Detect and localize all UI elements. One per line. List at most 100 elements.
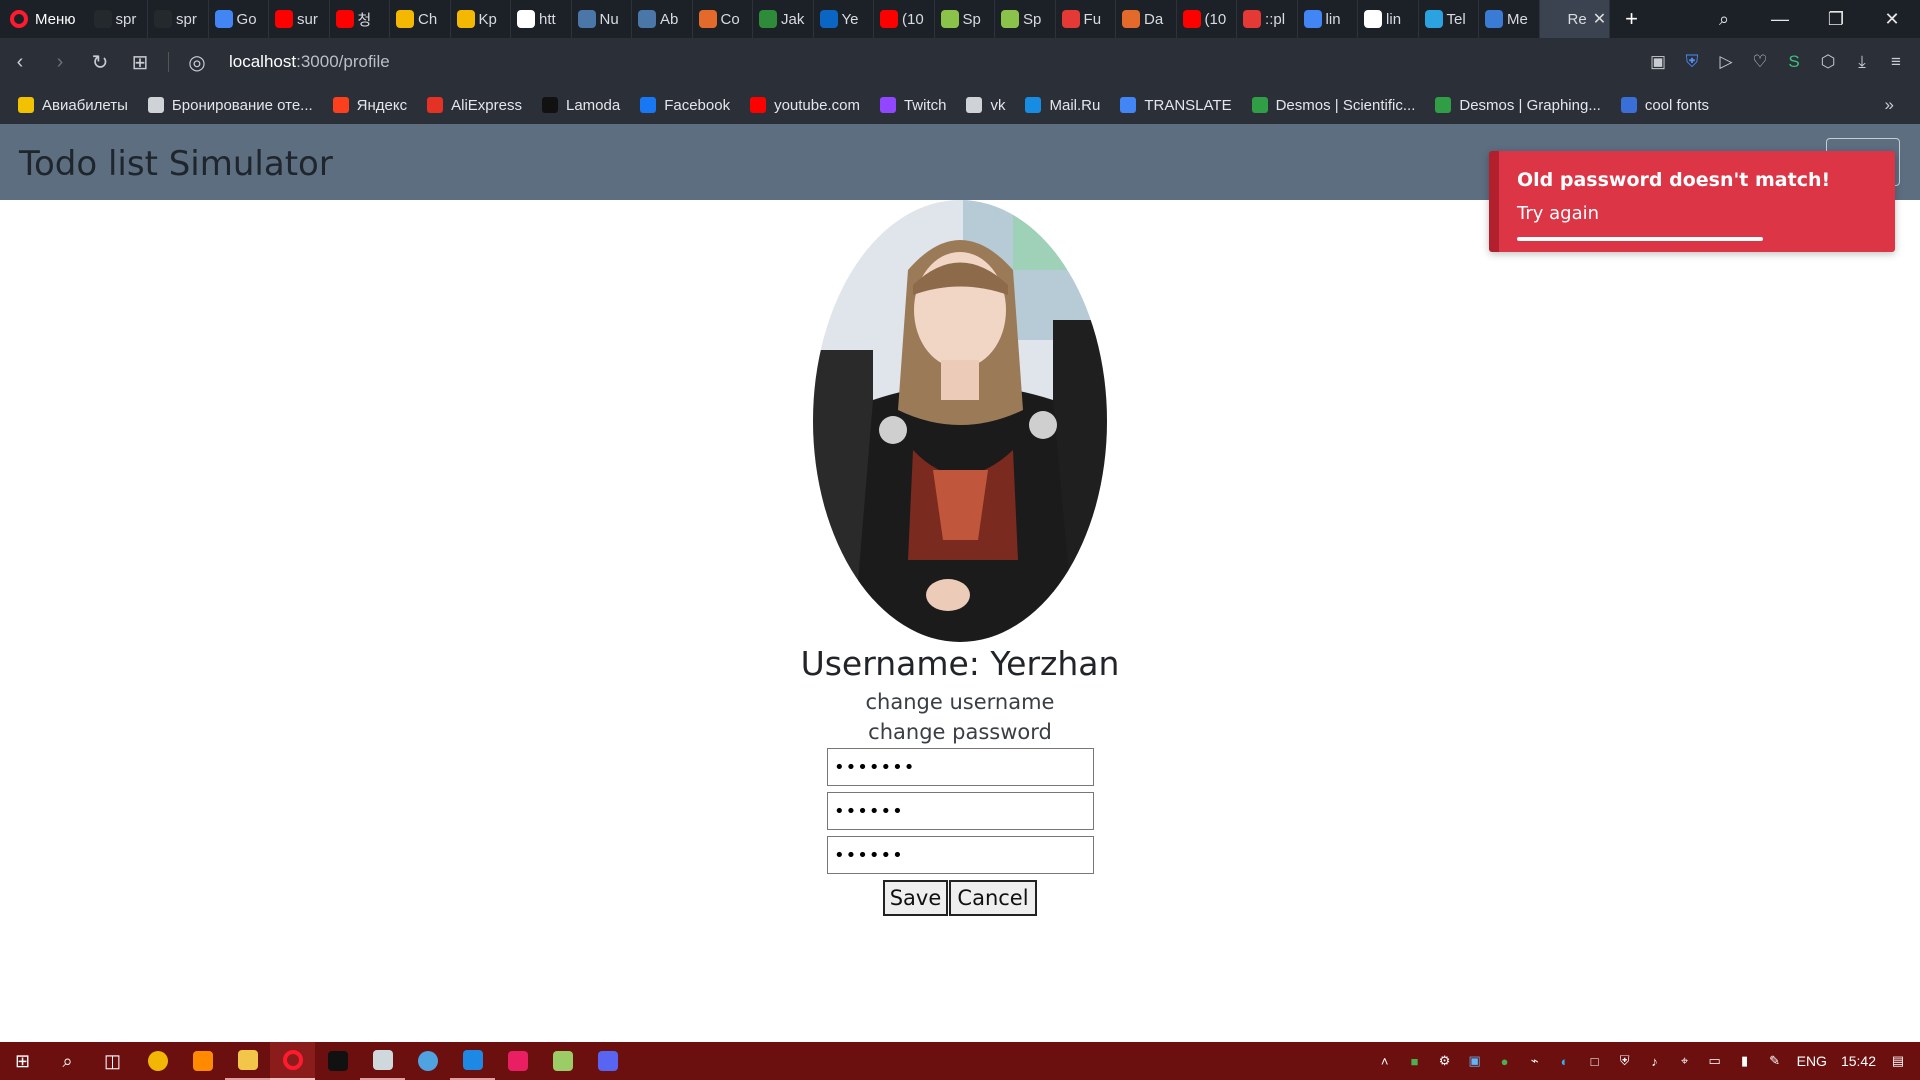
vscode-icon[interactable]: [450, 1042, 495, 1080]
browser-tab[interactable]: spr: [148, 0, 209, 38]
easy-setup-icon[interactable]: ≡: [1886, 52, 1906, 72]
clock[interactable]: 15:42: [1841, 1053, 1876, 1069]
browser-tab[interactable]: Kp: [451, 0, 512, 38]
browser-tab[interactable]: Fu: [1056, 0, 1117, 38]
browser-tab[interactable]: (10: [874, 0, 935, 38]
extension-s-icon[interactable]: S: [1784, 52, 1804, 72]
change-username-link[interactable]: change username: [0, 690, 1920, 714]
cancel-button[interactable]: Cancel: [949, 880, 1037, 916]
bookmark-item[interactable]: Desmos | Graphing...: [1435, 97, 1601, 114]
bookmark-item[interactable]: TRANSLATE: [1120, 97, 1232, 114]
bookmark-item[interactable]: Lamoda: [541, 97, 620, 114]
tray-green-dot-icon[interactable]: ●: [1497, 1053, 1513, 1069]
browser-tab[interactable]: lin: [1298, 0, 1359, 38]
edge-icon[interactable]: ◐: [1557, 1053, 1573, 1069]
reload-icon[interactable]: ↻: [80, 50, 120, 75]
language-indicator[interactable]: ENG: [1797, 1053, 1827, 1069]
cube-icon[interactable]: ⬡: [1818, 52, 1838, 72]
back-icon[interactable]: ‹: [0, 51, 40, 74]
browser-tab[interactable]: (10: [1177, 0, 1238, 38]
browser-tab[interactable]: Da: [1116, 0, 1177, 38]
battery-icon[interactable]: ▮: [1737, 1053, 1753, 1069]
heart-icon[interactable]: ♡: [1750, 52, 1770, 72]
display-icon[interactable]: ▭: [1707, 1053, 1723, 1069]
tray-monitor-icon[interactable]: ▣: [1467, 1053, 1483, 1069]
browser-tab[interactable]: spr: [88, 0, 149, 38]
tray-app-icon[interactable]: ■: [1407, 1053, 1423, 1069]
new-password-input[interactable]: [827, 792, 1094, 830]
search-icon[interactable]: ⌕: [45, 1042, 90, 1080]
browser-tab[interactable]: Jak: [753, 0, 814, 38]
network-icon[interactable]: ⌖: [1677, 1053, 1693, 1069]
browser-tab[interactable]: Ye: [814, 0, 875, 38]
discord-icon[interactable]: [585, 1042, 630, 1080]
browser-tab[interactable]: Ab: [632, 0, 693, 38]
error-toast[interactable]: Old password doesn't match! Try again: [1489, 151, 1895, 252]
browser-tab[interactable]: Me: [1479, 0, 1540, 38]
new-tab-button[interactable]: +: [1610, 6, 1654, 32]
camera-icon[interactable]: ▣: [1648, 52, 1668, 72]
browser-tab[interactable]: Co: [693, 0, 754, 38]
save-button[interactable]: Save: [883, 880, 948, 916]
shield-icon[interactable]: ⛨: [1682, 52, 1702, 72]
bookmark-item[interactable]: vk: [966, 97, 1005, 114]
photos-icon[interactable]: [360, 1042, 405, 1080]
bookmark-item[interactable]: Mail.Ru: [1025, 97, 1100, 114]
opera-menu-button[interactable]: Меню: [0, 0, 88, 38]
browser-tab[interactable]: Re ✕: [1539, 0, 1610, 38]
download-icon[interactable]: ⤓: [1852, 52, 1872, 72]
browser-tab[interactable]: Sp: [935, 0, 996, 38]
intellij-icon[interactable]: [495, 1042, 540, 1080]
tray-gear-icon[interactable]: ⚙: [1437, 1053, 1453, 1069]
bookmark-item[interactable]: cool fonts: [1620, 97, 1709, 114]
microphone-icon[interactable]: ⌁: [1527, 1053, 1543, 1069]
browser-tab[interactable]: sur: [269, 0, 330, 38]
browser-tab[interactable]: htt: [511, 0, 572, 38]
browser-tab[interactable]: 청: [330, 0, 391, 38]
browser-tab[interactable]: lin: [1358, 0, 1419, 38]
send-icon[interactable]: ▷: [1716, 52, 1736, 72]
browser-tab[interactable]: Sp: [995, 0, 1056, 38]
tabs-grid-icon[interactable]: ⊞: [120, 50, 160, 75]
opera-taskbar-icon[interactable]: [270, 1042, 315, 1080]
notepad-icon[interactable]: [540, 1042, 585, 1080]
shield-tray-icon[interactable]: ⛨: [1617, 1053, 1633, 1069]
bookmark-item[interactable]: AliExpress: [427, 97, 522, 114]
search-tabs-icon[interactable]: ⌕: [1696, 9, 1752, 30]
chrome-icon[interactable]: [135, 1042, 180, 1080]
restore-icon[interactable]: ❐: [1808, 9, 1864, 30]
td-icon[interactable]: □: [1587, 1053, 1603, 1069]
change-password-link[interactable]: change password: [0, 720, 1920, 744]
volume-icon[interactable]: ♪: [1647, 1053, 1663, 1069]
windows-start-icon[interactable]: ⊞: [0, 1042, 45, 1080]
bookmark-item[interactable]: Яндекс: [332, 97, 407, 114]
file-explorer-icon[interactable]: [225, 1042, 270, 1080]
old-password-input[interactable]: [827, 748, 1094, 786]
pen-icon[interactable]: ✎: [1767, 1053, 1783, 1069]
forward-icon[interactable]: ›: [40, 51, 80, 74]
bookmark-item[interactable]: Desmos | Scientific...: [1251, 97, 1415, 114]
bookmark-item[interactable]: Twitch: [879, 97, 946, 114]
url-field[interactable]: localhost:3000/profile: [229, 52, 390, 72]
chevron-up-icon[interactable]: ˄: [1377, 1053, 1393, 1069]
browser-tab[interactable]: Ch: [390, 0, 451, 38]
terminal-icon[interactable]: [315, 1042, 360, 1080]
bookmark-item[interactable]: Бронирование оте...: [147, 97, 313, 114]
chromium-icon[interactable]: [405, 1042, 450, 1080]
bookmark-item[interactable]: youtube.com: [750, 97, 860, 114]
confirm-password-input[interactable]: [827, 836, 1094, 874]
notification-icon[interactable]: ▤: [1890, 1053, 1906, 1069]
sublime-icon[interactable]: [180, 1042, 225, 1080]
browser-tab[interactable]: Nu: [572, 0, 633, 38]
task-view-icon[interactable]: ◫: [90, 1042, 135, 1080]
browser-tab[interactable]: Go: [209, 0, 270, 38]
browser-tab[interactable]: ::pl: [1237, 0, 1298, 38]
bookmark-item[interactable]: Авиабилеты: [18, 97, 128, 114]
close-window-icon[interactable]: ✕: [1864, 9, 1920, 30]
double-chevron-right-icon[interactable]: »: [1885, 86, 1894, 124]
browser-tab[interactable]: Tel: [1419, 0, 1480, 38]
minimize-icon[interactable]: —: [1752, 9, 1808, 30]
close-tab-icon[interactable]: ✕: [1593, 9, 1606, 29]
globe-icon[interactable]: ◎: [177, 50, 217, 75]
bookmark-item[interactable]: Facebook: [640, 97, 730, 114]
